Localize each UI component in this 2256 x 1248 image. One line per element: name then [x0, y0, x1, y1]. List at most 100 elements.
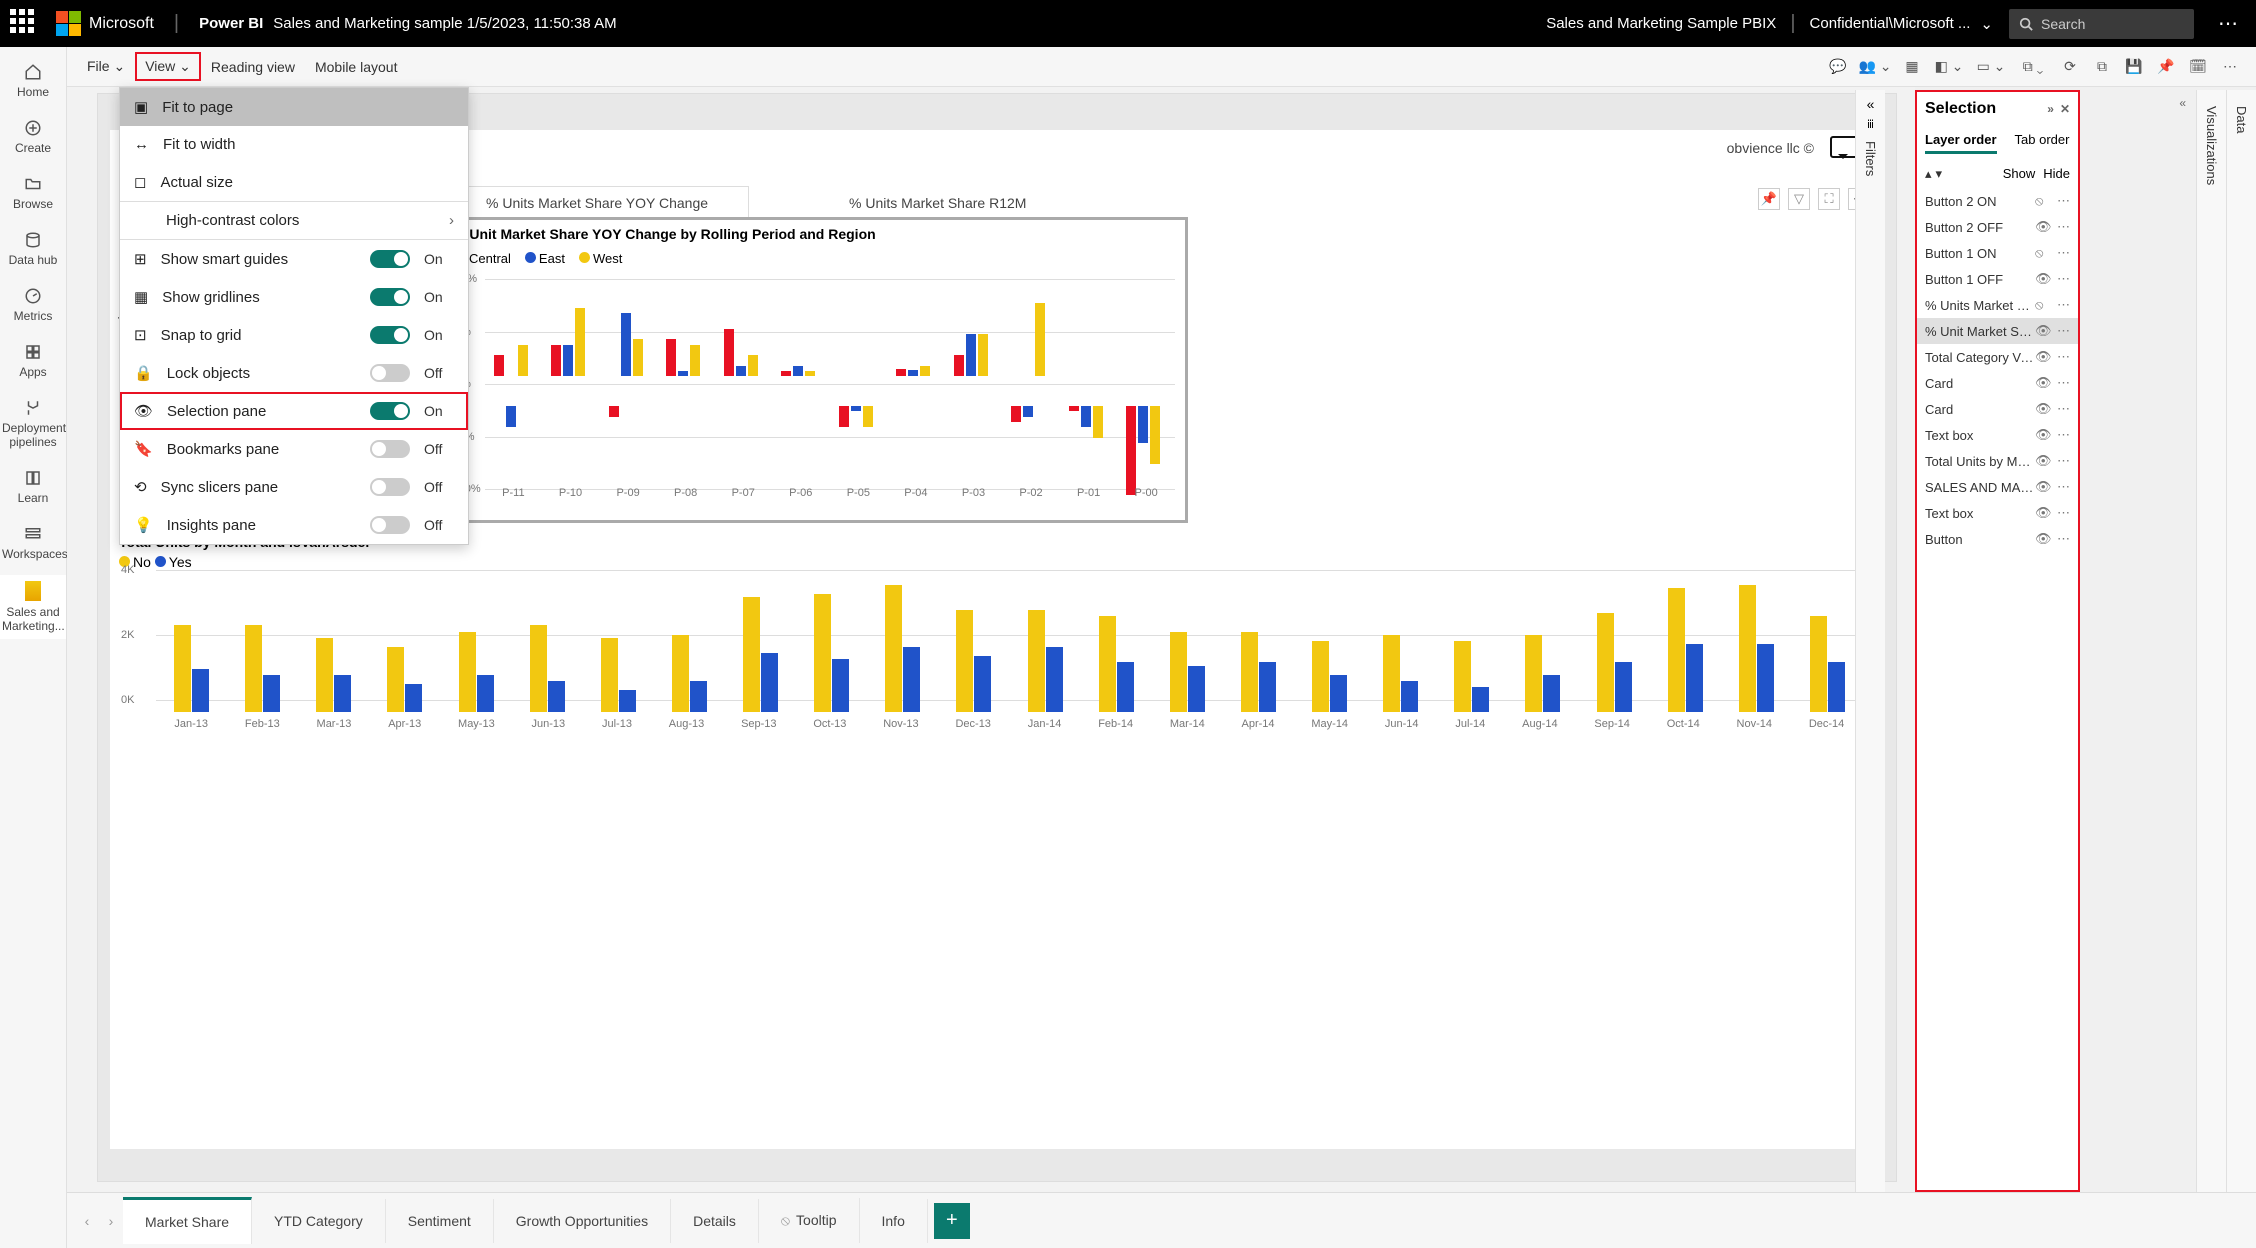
nav-current-report[interactable]: Sales and Marketing...: [0, 575, 66, 639]
page-tab[interactable]: Sentiment: [386, 1199, 494, 1243]
pin-icon[interactable]: 📌: [2150, 51, 2182, 83]
visible-icon[interactable]: 👁: [2035, 401, 2051, 417]
visible-icon[interactable]: 👁: [2035, 427, 2051, 443]
visible-icon[interactable]: 👁: [2035, 271, 2051, 287]
chart-yoy[interactable]: % Unit Market Share YOY Change by Rollin…: [445, 220, 1185, 520]
nav-datahub[interactable]: Data hub: [0, 225, 66, 273]
show-button[interactable]: Show: [2003, 166, 2036, 182]
page-tab[interactable]: Details: [671, 1199, 759, 1243]
comment-button[interactable]: [1830, 136, 1858, 158]
expand-icon[interactable]: «: [1867, 96, 1875, 112]
reading-view-button[interactable]: Reading view: [201, 53, 305, 81]
copy-icon[interactable]: ⧉ ⌄: [2012, 51, 2054, 83]
filters-pane-collapsed[interactable]: « ⅲ Filters: [1855, 90, 1885, 1192]
nav-pipelines[interactable]: Deployment pipelines: [0, 393, 66, 455]
nav-apps[interactable]: Apps: [0, 337, 66, 385]
selection-item[interactable]: Text box👁⋯: [1917, 500, 2078, 526]
sync-slicers-toggle[interactable]: ⟲Sync slicers paneOff: [120, 468, 468, 506]
selection-item[interactable]: % Units Market Share ...⦸⋯: [1917, 292, 2078, 318]
page-tab[interactable]: Market Share: [123, 1197, 252, 1244]
view-menu[interactable]: View ⌄: [135, 52, 201, 81]
page-tab[interactable]: Growth Opportunities: [494, 1199, 671, 1243]
sort-up-icon[interactable]: ▴: [1925, 166, 1932, 182]
search-input[interactable]: Search: [2009, 9, 2194, 39]
nav-workspaces[interactable]: Workspaces: [0, 519, 66, 567]
gridlines-toggle[interactable]: ▦Show gridlinesOn: [120, 278, 468, 316]
shapes-icon[interactable]: ◧ ⌄: [1928, 51, 1970, 83]
refresh-icon[interactable]: ⟳: [2054, 51, 2086, 83]
more-icon[interactable]: ⋯: [2057, 271, 2070, 287]
visible-icon[interactable]: 👁: [2035, 505, 2051, 521]
selection-item[interactable]: Button👁⋯: [1917, 526, 2078, 552]
page-tab[interactable]: ⦸Tooltip: [759, 1198, 860, 1243]
nav-learn[interactable]: Learn: [0, 463, 66, 511]
nav-home[interactable]: Home: [0, 57, 66, 105]
filter-visual-icon[interactable]: ▽: [1788, 188, 1810, 210]
visible-icon[interactable]: 👁: [2035, 323, 2051, 339]
sort-down-icon[interactable]: ▾: [1936, 166, 1943, 182]
selection-item[interactable]: Button 2 OFF👁⋯: [1917, 214, 2078, 240]
actual-size[interactable]: ◻Actual size: [120, 163, 468, 201]
pin-visual-icon[interactable]: 📌: [1758, 188, 1780, 210]
selection-item[interactable]: Button 1 OFF👁⋯: [1917, 266, 2078, 292]
visible-icon[interactable]: 👁: [2035, 375, 2051, 391]
mobile-layout-button[interactable]: Mobile layout: [305, 53, 408, 81]
tab-prev[interactable]: ‹: [75, 1213, 99, 1229]
teams-icon[interactable]: 👥 ⌄: [1854, 51, 1896, 83]
tab-next[interactable]: ›: [99, 1213, 123, 1229]
export-icon[interactable]: ▦: [1896, 51, 1928, 83]
more-icon[interactable]: ⋯: [2057, 479, 2070, 495]
present-icon[interactable]: ▭ ⌄: [1970, 51, 2012, 83]
visible-icon[interactable]: 👁: [2035, 219, 2051, 235]
app-launcher-icon[interactable]: [10, 9, 40, 39]
smart-guides-toggle[interactable]: ⊞Show smart guidesOn: [120, 240, 468, 278]
visible-icon[interactable]: 👁: [2035, 453, 2051, 469]
focus-mode-icon[interactable]: ⛶: [1818, 188, 1840, 210]
btn-r12m[interactable]: % Units Market Share R12M: [809, 187, 1066, 219]
page-tab[interactable]: Info: [860, 1199, 928, 1243]
viz-collapse-btn[interactable]: «: [2179, 96, 2186, 110]
insights-toggle[interactable]: 💡Insights paneOff: [120, 506, 468, 544]
teams-share-icon[interactable]: 🗓: [2182, 51, 2214, 83]
data-pane-collapsed[interactable]: Data: [2226, 90, 2256, 1192]
more-icon[interactable]: ⋯: [2057, 349, 2070, 365]
selection-item[interactable]: Total Units by Month ...👁⋯: [1917, 448, 2078, 474]
more-icon[interactable]: ⋯: [2057, 531, 2070, 547]
more-icon[interactable]: ⋯: [2057, 193, 2070, 209]
more-icon[interactable]: ⋯: [2057, 297, 2070, 313]
toggle-on[interactable]: [370, 250, 410, 268]
selection-item[interactable]: Card👁⋯: [1917, 396, 2078, 422]
more-icon[interactable]: ⋯: [2057, 245, 2070, 261]
more-icon[interactable]: ⋯: [2057, 505, 2070, 521]
hidden-icon[interactable]: ⦸: [2035, 193, 2051, 209]
nav-create[interactable]: Create: [0, 113, 66, 161]
visible-icon[interactable]: 👁: [2035, 531, 2051, 547]
add-page-button[interactable]: +: [934, 1203, 970, 1239]
hidden-icon[interactable]: ⦸: [2035, 245, 2051, 261]
selection-item[interactable]: Text box👁⋯: [1917, 422, 2078, 448]
more-icon[interactable]: ⋯: [2057, 427, 2070, 443]
close-icon[interactable]: ✕: [2060, 102, 2070, 116]
duplicate-icon[interactable]: ⧉: [2086, 51, 2118, 83]
bookmarks-toggle[interactable]: 🔖Bookmarks paneOff: [120, 430, 468, 468]
expand-icon[interactable]: »: [2047, 102, 2054, 116]
fit-to-page[interactable]: ▣Fit to page: [120, 88, 468, 126]
selection-pane-toggle[interactable]: 👁Selection paneOn: [120, 392, 468, 430]
save-icon[interactable]: 💾: [2118, 51, 2150, 83]
selection-item[interactable]: SALES AND MARKETI...👁⋯: [1917, 474, 2078, 500]
chart-total-units[interactable]: Total Units by Month and isVanArsdel No …: [111, 530, 1883, 745]
lock-toggle[interactable]: 🔒Lock objectsOff: [120, 354, 468, 392]
visible-icon[interactable]: 👁: [2035, 479, 2051, 495]
selection-item[interactable]: Total Category Volum...👁⋯: [1917, 344, 2078, 370]
tab-order-tab[interactable]: Tab order: [2015, 132, 2070, 154]
file-menu[interactable]: File ⌄: [77, 52, 135, 81]
file-name[interactable]: Sales and Marketing Sample PBIX: [1546, 15, 1776, 32]
visible-icon[interactable]: 👁: [2035, 349, 2051, 365]
more-icon[interactable]: ⋯: [2057, 401, 2070, 417]
page-tab[interactable]: YTD Category: [252, 1199, 386, 1243]
fit-to-width[interactable]: ↔Fit to width: [120, 126, 468, 163]
more-icon[interactable]: ⋯: [2218, 11, 2238, 36]
high-contrast[interactable]: High-contrast colors›: [120, 202, 468, 239]
hide-button[interactable]: Hide: [2043, 166, 2070, 182]
selection-item[interactable]: Button 2 ON⦸⋯: [1917, 188, 2078, 214]
